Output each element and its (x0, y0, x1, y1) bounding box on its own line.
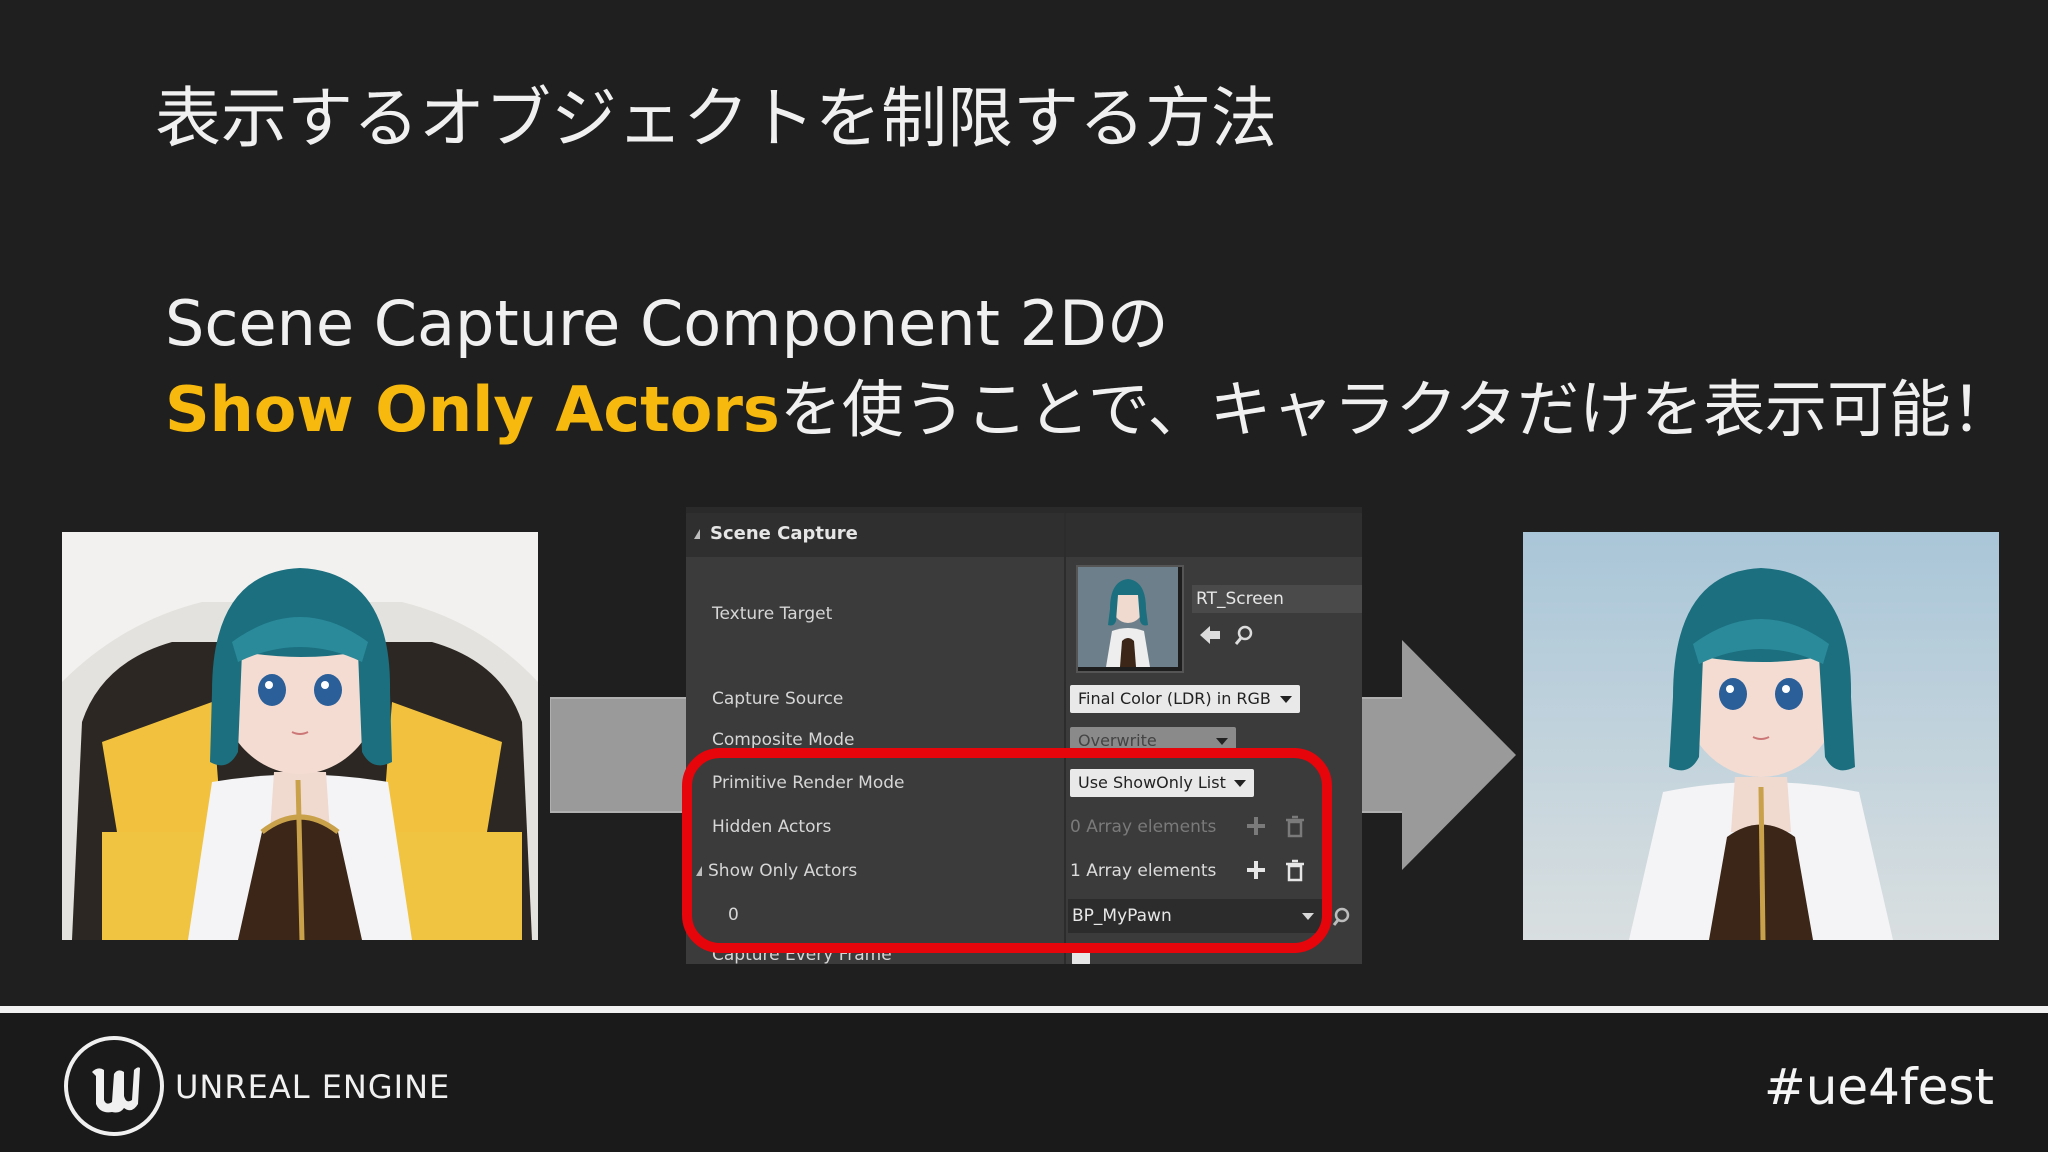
event-hashtag: #ue4fest (1763, 1058, 1994, 1116)
texture-name-field[interactable]: RT_Screen (1192, 585, 1362, 613)
use-selected-arrow-icon[interactable] (1200, 626, 1220, 644)
chevron-down-icon (1216, 738, 1228, 745)
footer-divider (0, 1006, 2048, 1013)
subtitle-line-2-rest: を使うことで、キャラクタだけを表示可能！ (779, 373, 2013, 446)
section-title: Scene Capture (710, 523, 858, 544)
actor-search-icon[interactable] (1330, 905, 1354, 929)
slide-title: 表示するオブジェクトを制限する方法 (155, 80, 1277, 157)
composite-mode-label: Composite Mode (712, 730, 855, 750)
collapse-triangle-icon[interactable] (694, 529, 700, 539)
show-only-actors-highlight: Show Only Actors (165, 373, 780, 446)
highlight-box (682, 748, 1332, 953)
chevron-down-icon (1280, 696, 1292, 703)
unreal-engine-wordmark: UNREAL ENGINE (175, 1068, 451, 1106)
texture-thumbnail[interactable] (1076, 565, 1184, 673)
character-only-image (1523, 532, 1999, 940)
capture-source-value: Final Color (LDR) in RGB (1078, 689, 1271, 708)
scene-capture-section-header[interactable]: Scene Capture (686, 513, 1362, 557)
character-with-background-image (62, 532, 538, 940)
capture-source-dropdown[interactable]: Final Color (LDR) in RGB (1070, 685, 1300, 713)
browse-search-icon[interactable] (1234, 625, 1253, 645)
subtitle-line-1: Scene Capture Component 2Dの (165, 287, 1169, 360)
capture-source-label: Capture Source (712, 689, 844, 709)
texture-target-label: Texture Target (712, 604, 833, 624)
unreal-engine-logo-icon (64, 1036, 164, 1136)
subtitle-line-2: Show Only Actorsを使うことで、キャラクタだけを表示可能！ (165, 372, 2013, 448)
